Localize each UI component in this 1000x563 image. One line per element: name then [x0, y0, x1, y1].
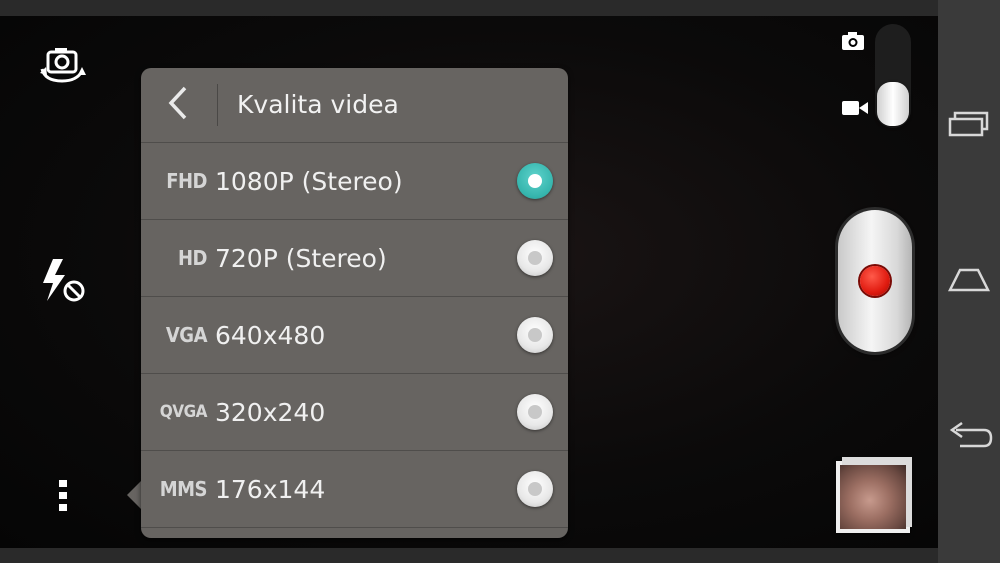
video-quality-panel: Kvalita videa FHD 1080P (Stereo) HD 720P… [141, 68, 568, 538]
radio-button[interactable] [517, 240, 553, 276]
switch-camera-button[interactable] [36, 44, 88, 90]
home-icon [946, 266, 992, 294]
record-button[interactable] [838, 210, 912, 352]
flash-off-button[interactable] [36, 258, 88, 308]
quality-label: 320x240 [215, 397, 326, 427]
radio-button-selected[interactable] [517, 163, 553, 199]
back-button[interactable] [155, 82, 201, 128]
more-vertical-icon [58, 479, 68, 517]
quality-tag: HD [178, 246, 208, 270]
quality-label: 640x480 [215, 320, 326, 350]
quality-label: 1080P (Stereo) [215, 166, 403, 196]
back-arrow-icon [944, 420, 994, 452]
top-status-strip [0, 0, 938, 16]
quality-tag: MMS [159, 477, 208, 501]
mode-switch-knob[interactable] [877, 82, 909, 126]
camera-icon [841, 31, 865, 55]
quality-option-vga[interactable]: VGA 640x480 [141, 297, 568, 374]
quality-option-fhd[interactable]: FHD 1080P (Stereo) [141, 143, 568, 220]
radio-button[interactable] [517, 471, 553, 507]
quality-label: 720P (Stereo) [215, 243, 387, 273]
switch-camera-icon [37, 43, 87, 91]
navigation-bar [938, 0, 1000, 563]
more-options-button[interactable] [48, 478, 78, 518]
header-divider [217, 84, 218, 126]
recent-apps-icon [947, 111, 991, 137]
quality-tag: FHD [166, 169, 207, 193]
flash-off-icon [37, 257, 87, 309]
panel-title: Kvalita videa [237, 90, 399, 119]
quality-tag: QVGA [159, 402, 208, 422]
panel-header: Kvalita videa [141, 68, 568, 143]
recent-apps-button[interactable] [938, 94, 1000, 154]
gallery-thumbnail[interactable] [836, 457, 912, 533]
back-nav-button[interactable] [938, 406, 1000, 466]
radio-button[interactable] [517, 394, 553, 430]
quality-label: 176x144 [215, 474, 326, 504]
quality-option-qvga[interactable]: QVGA 320x240 [141, 374, 568, 451]
last-photo-preview [840, 465, 906, 529]
quality-option-mms[interactable]: MMS 176x144 [141, 451, 568, 528]
home-button[interactable] [938, 250, 1000, 310]
quality-tag: VGA [165, 323, 208, 347]
quality-option-hd[interactable]: HD 720P (Stereo) [141, 220, 568, 297]
bottom-strip [0, 548, 938, 563]
panel-pointer [127, 481, 141, 509]
radio-button[interactable] [517, 317, 553, 353]
record-icon [860, 266, 890, 296]
chevron-left-icon [165, 85, 191, 125]
video-camera-icon [841, 99, 869, 121]
